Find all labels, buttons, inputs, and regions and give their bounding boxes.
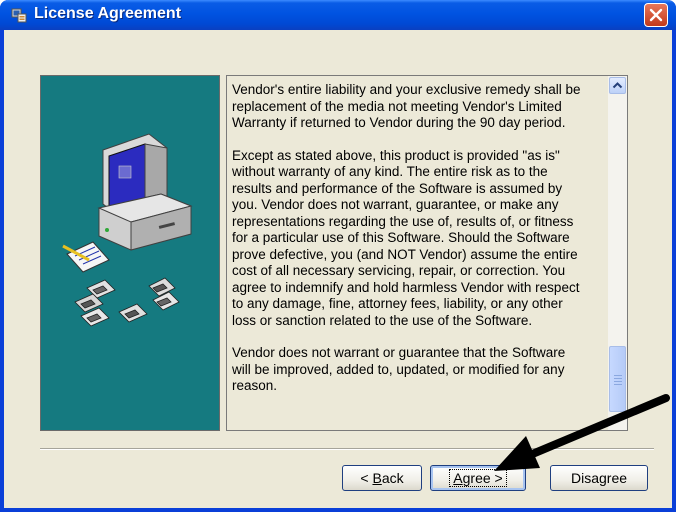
pointer-arrow bbox=[494, 394, 670, 471]
